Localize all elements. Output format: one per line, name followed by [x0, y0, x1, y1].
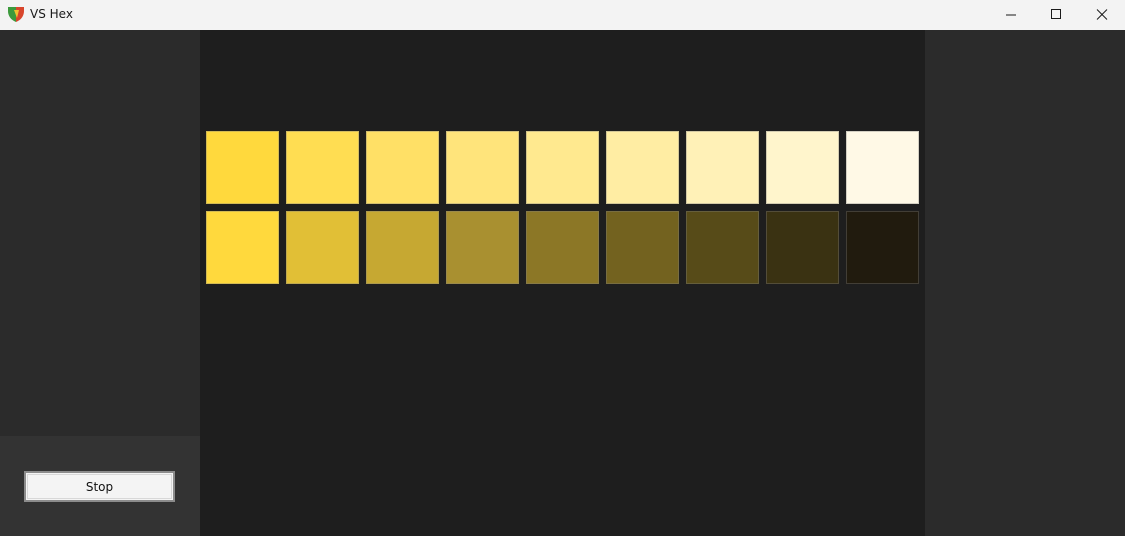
title-bar[interactable]: VS Hex: [0, 0, 1125, 30]
stop-button[interactable]: Stop: [24, 471, 175, 502]
tint-swatch[interactable]: [526, 131, 599, 204]
minimize-button[interactable]: [988, 0, 1034, 30]
tint-swatch[interactable]: [206, 131, 279, 204]
tint-swatch[interactable]: [446, 131, 519, 204]
tint-swatch[interactable]: [366, 131, 439, 204]
shade-swatch[interactable]: [206, 211, 279, 284]
app-window: VS Hex Stop: [0, 0, 1125, 536]
shade-swatch[interactable]: [286, 211, 359, 284]
tint-swatch[interactable]: [606, 131, 679, 204]
shade-swatch[interactable]: [766, 211, 839, 284]
window-title: VS Hex: [30, 7, 73, 21]
tint-swatch[interactable]: [686, 131, 759, 204]
left-panel: [0, 30, 200, 436]
shield-icon: [8, 7, 24, 22]
minimize-icon: [1006, 14, 1016, 16]
palette-canvas: [200, 30, 925, 536]
shade-swatch[interactable]: [366, 211, 439, 284]
shade-swatch[interactable]: [606, 211, 679, 284]
close-icon: [1096, 9, 1108, 20]
tint-swatch[interactable]: [286, 131, 359, 204]
shade-swatch[interactable]: [846, 211, 919, 284]
shade-swatch[interactable]: [526, 211, 599, 284]
shade-swatch[interactable]: [446, 211, 519, 284]
right-panel: [925, 30, 1125, 536]
shade-swatch[interactable]: [686, 211, 759, 284]
maximize-button[interactable]: [1033, 0, 1079, 30]
close-button[interactable]: [1079, 0, 1125, 30]
tint-swatch[interactable]: [766, 131, 839, 204]
maximize-icon: [1051, 9, 1061, 19]
tint-swatch[interactable]: [846, 131, 919, 204]
